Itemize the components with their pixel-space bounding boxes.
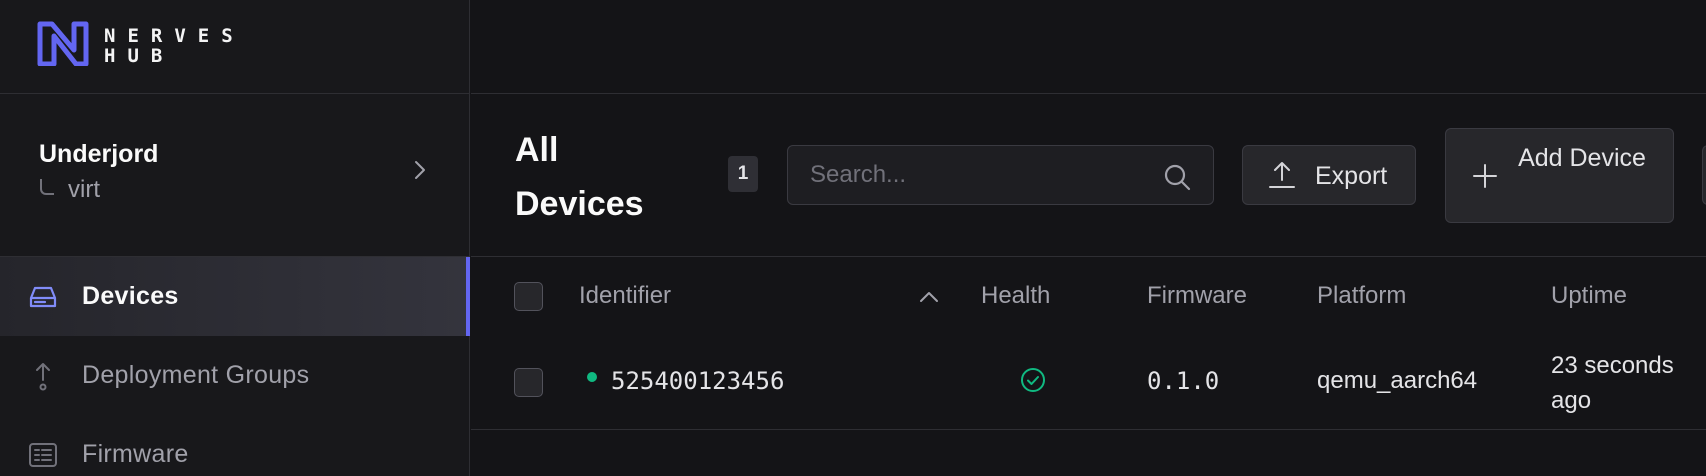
tree-branch-icon [40,179,54,195]
online-status-dot [587,372,597,382]
upload-icon [1269,162,1295,188]
page-header: All Devices 1 Export Add Device [471,95,1706,257]
export-button[interactable]: Export [1242,145,1416,205]
sidebar-item-label: Firmware [82,440,189,468]
device-identifier-link[interactable]: 525400123456 [611,367,784,395]
add-device-button[interactable]: Add Device [1445,128,1674,223]
hard-drive-icon [29,286,57,308]
sidebar: NERVES HUB Underjord virt Devices Deploy… [0,0,470,476]
firmware-version: 0.1.0 [1147,367,1220,395]
nerves-hub-logo-icon[interactable] [36,20,92,66]
platform-name: qemu_aarch64 [1317,367,1478,394]
search-icon[interactable] [1162,162,1192,192]
uptime-value: 23 seconds ago [1551,352,1674,414]
device-count-badge: 1 [728,156,758,192]
column-identifier[interactable]: Identifier [579,282,671,310]
select-all-checkbox[interactable] [514,282,543,311]
sidebar-item-label: Deployment Groups [82,361,310,389]
logo-bar: NERVES HUB [0,0,469,94]
chevron-right-icon[interactable] [410,160,430,180]
check-circle-icon [1021,368,1045,392]
org-switcher[interactable]: Underjord virt [0,94,469,257]
column-uptime[interactable]: Uptime [1551,282,1627,310]
sort-ascending-icon[interactable] [918,286,940,308]
column-platform[interactable]: Platform [1317,282,1406,310]
plus-icon [1473,164,1497,188]
column-health[interactable]: Health [981,282,1050,310]
sidebar-item-devices[interactable]: Devices [0,257,470,336]
logo-wordmark: NERVES HUB [104,25,245,67]
product-name: virt [40,176,100,204]
org-name: Underjord [39,140,159,168]
page-title: All Devices [515,131,644,223]
sidebar-item-deployment-groups[interactable]: Deployment Groups [0,336,469,415]
firmware-icon [29,443,57,467]
table-row[interactable]: 525400123456 0.1.0 qemu_aarch64 23 secon… [471,335,1706,430]
row-select-checkbox[interactable] [514,368,543,397]
top-bar [471,0,1706,94]
column-firmware[interactable]: Firmware [1147,282,1247,310]
sidebar-item-firmware[interactable]: Firmware [0,415,469,476]
search-input[interactable] [810,146,1150,204]
deploy-icon [36,363,50,391]
more-actions-button[interactable] [1702,145,1706,205]
devices-table: Identifier Health Firmware Platform Upti… [471,258,1706,430]
sidebar-item-label: Devices [82,282,179,310]
search-box[interactable] [787,145,1214,205]
table-header: Identifier Health Firmware Platform Upti… [471,258,1706,335]
